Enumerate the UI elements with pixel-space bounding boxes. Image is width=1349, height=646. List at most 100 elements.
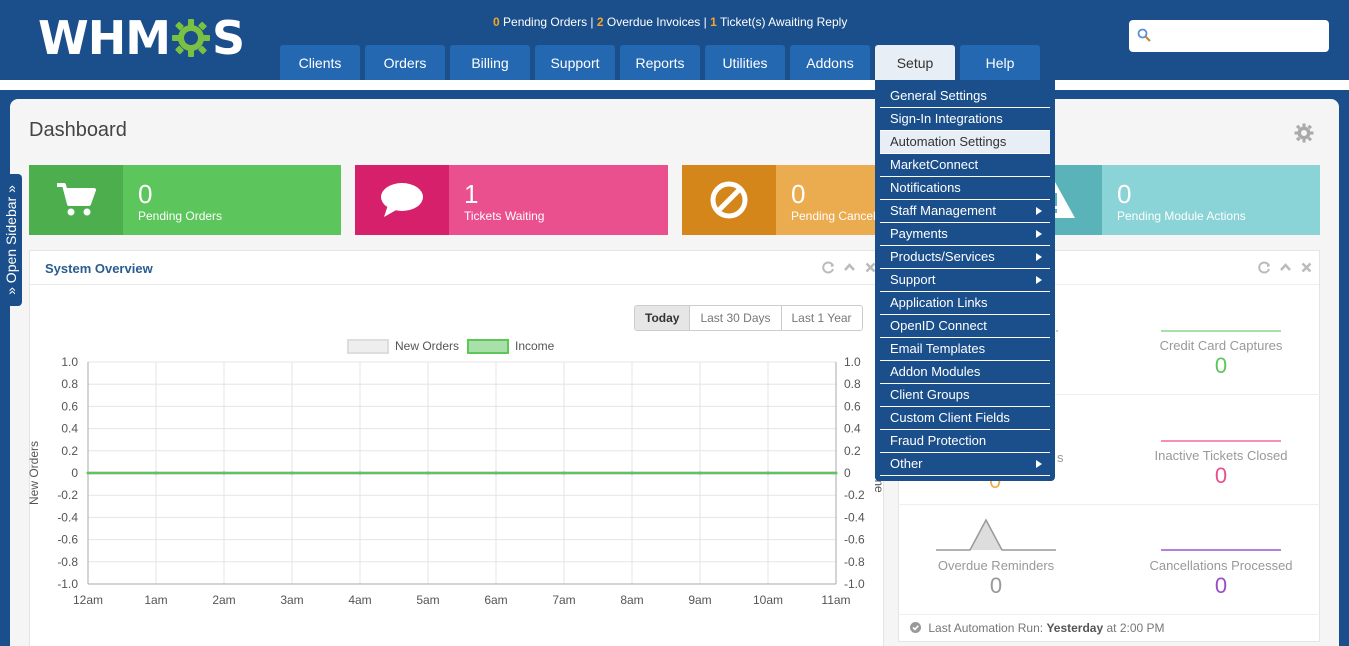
gear-icon[interactable]: [1294, 123, 1314, 143]
nav-tab-support[interactable]: Support: [535, 45, 615, 80]
row-divider: [898, 504, 1320, 505]
partial-sparkline: [1056, 330, 1058, 332]
partial-hidden-label: s: [1057, 450, 1064, 465]
y-tick-label-right: -1.0: [844, 577, 865, 591]
menu-item-label: MarketConnect: [890, 157, 979, 172]
refresh-icon[interactable]: [822, 261, 835, 274]
nav-tab-orders[interactable]: Orders: [365, 45, 445, 80]
y-tick-label-right: 1.0: [844, 355, 861, 369]
pending-orders-label: Pending Orders: [503, 15, 588, 29]
setup-menu-item-products-services[interactable]: Products/Services: [880, 246, 1050, 269]
submenu-arrow-icon: [1036, 230, 1042, 238]
setup-menu-item-client-groups[interactable]: Client Groups: [880, 384, 1050, 407]
nav-tab-utilities[interactable]: Utilities: [705, 45, 785, 80]
setup-menu-item-email-templates[interactable]: Email Templates: [880, 338, 1050, 361]
automation-value: 0: [1214, 463, 1228, 488]
submenu-arrow-icon: [1036, 460, 1042, 468]
nav-tab-reports[interactable]: Reports: [620, 45, 700, 80]
range-1-year-button[interactable]: Last 1 Year: [780, 306, 862, 330]
ban-icon: [710, 181, 748, 219]
setup-menu-item-marketconnect[interactable]: MarketConnect: [880, 154, 1050, 177]
x-tick-label: 8am: [620, 593, 643, 607]
y-tick-label-left: 0.4: [61, 422, 78, 436]
x-tick-label: 7am: [552, 593, 575, 607]
tile-tickets-waiting[interactable]: 1 Tickets Waiting: [355, 165, 668, 235]
tile-text-area: 0 Pending Orders: [123, 165, 341, 235]
y-tick-label-left: -1.0: [57, 577, 78, 591]
setup-menu-item-custom-client-fields[interactable]: Custom Client Fields: [880, 407, 1050, 430]
pending-orders-link[interactable]: 0 Pending Orders: [493, 15, 590, 29]
tickets-awaiting-link[interactable]: 1 Ticket(s) Awaiting Reply: [710, 15, 847, 29]
menu-item-label: Fraud Protection: [890, 433, 987, 448]
data-point: [630, 471, 634, 475]
tile-label: Pending Orders: [138, 209, 223, 223]
refresh-icon[interactable]: [1258, 261, 1271, 274]
nav-tab-help[interactable]: Help: [960, 45, 1040, 80]
x-tick-label: 3am: [280, 593, 303, 607]
overdue-invoices-label: Overdue Invoices: [606, 15, 701, 29]
automation-value: 0: [989, 573, 1003, 598]
collapse-icon[interactable]: [1279, 261, 1292, 274]
x-tick-label: 2am: [212, 593, 235, 607]
row-divider: [898, 614, 1320, 615]
status-separator: |: [703, 15, 707, 29]
setup-menu-item-application-links[interactable]: Application Links: [880, 292, 1050, 315]
y-tick-label-right: 0: [844, 466, 851, 480]
tile-count: 1: [464, 179, 479, 209]
range-today-button[interactable]: Today: [635, 306, 690, 330]
setup-menu-item-addon-modules[interactable]: Addon Modules: [880, 361, 1050, 384]
close-icon[interactable]: [1300, 261, 1313, 274]
collapse-icon[interactable]: [843, 261, 856, 274]
menu-item-label: Application Links: [890, 295, 988, 310]
data-point: [426, 471, 430, 475]
automation-label: Cancellations Processed: [1149, 558, 1293, 573]
setup-menu-item-openid-connect[interactable]: OpenID Connect: [880, 315, 1050, 338]
page-title: Dashboard: [29, 119, 127, 141]
data-point: [562, 471, 566, 475]
x-tick-label: 4am: [348, 593, 371, 607]
menu-item-label: Automation Settings: [890, 134, 1007, 149]
y-tick-label-right: 0.4: [844, 422, 861, 436]
automation-cell-overdue-reminders: Overdue Reminders 0: [885, 558, 1107, 599]
menu-item-label: Sign-In Integrations: [890, 111, 1003, 126]
menu-item-label: Products/Services: [890, 249, 995, 264]
menu-item-label: Custom Client Fields: [890, 410, 1010, 425]
tile-text-area: 0 Pending Module Actions: [1102, 165, 1320, 235]
logo-gear-icon: [171, 18, 211, 58]
automation-footer-prefix: Last Automation Run:: [928, 621, 1044, 635]
open-sidebar-label: » Open Sidebar »: [3, 185, 19, 295]
menu-item-label: Client Groups: [890, 387, 970, 402]
setup-menu-item-fraud-protection[interactable]: Fraud Protection: [880, 430, 1050, 453]
tile-pending-orders[interactable]: 0 Pending Orders: [29, 165, 341, 235]
setup-menu-item-other[interactable]: Other: [880, 453, 1050, 476]
open-sidebar-tab[interactable]: » Open Sidebar »: [0, 174, 22, 306]
setup-menu-item-payments[interactable]: Payments: [880, 223, 1050, 246]
nav-tab-clients[interactable]: Clients: [280, 45, 360, 80]
nav-tab-setup[interactable]: Setup: [875, 45, 955, 80]
search-input[interactable]: [1155, 24, 1323, 48]
overdue-invoices-link[interactable]: 2 Overdue Invoices: [597, 15, 704, 29]
setup-menu-item-staff-management[interactable]: Staff Management: [880, 200, 1050, 223]
setup-menu-item-automation-settings[interactable]: Automation Settings: [880, 131, 1050, 154]
x-tick-label: 5am: [416, 593, 439, 607]
range-30-days-button[interactable]: Last 30 Days: [689, 306, 781, 330]
submenu-arrow-icon: [1036, 207, 1042, 215]
nav-tab-billing[interactable]: Billing: [450, 45, 530, 80]
y-tick-label-left: -0.2: [57, 488, 78, 502]
setup-menu-item-notifications[interactable]: Notifications: [880, 177, 1050, 200]
setup-menu-item-general-settings[interactable]: General Settings: [880, 85, 1050, 108]
whmcs-logo[interactable]: WHM S: [38, 14, 245, 62]
data-point: [834, 471, 838, 475]
setup-menu-item-sign-in-integrations[interactable]: Sign-In Integrations: [880, 108, 1050, 131]
menu-item-label: Addon Modules: [890, 364, 981, 379]
tile-icon-area: [29, 165, 123, 235]
top-header: WHM S 0 Pending Orders | 2 Overdue Invoi…: [0, 0, 1349, 80]
pending-orders-count: 0: [493, 15, 500, 29]
tile-count: 0: [1117, 179, 1132, 209]
nav-tab-addons[interactable]: Addons: [790, 45, 870, 80]
data-point: [766, 471, 770, 475]
tile-icon-area: [355, 165, 449, 235]
menu-item-label: Notifications: [890, 180, 961, 195]
global-search[interactable]: [1129, 20, 1329, 52]
setup-menu-item-support[interactable]: Support: [880, 269, 1050, 292]
